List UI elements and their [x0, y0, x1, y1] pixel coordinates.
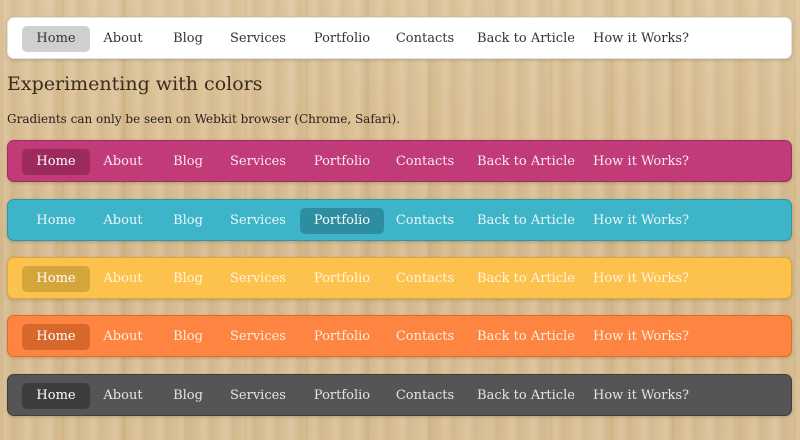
nav-item-how-it-works[interactable]: How it Works? — [590, 149, 692, 175]
nav-item-portfolio[interactable]: Portfolio — [306, 383, 378, 409]
nav-item-home[interactable]: Home — [22, 149, 90, 175]
nav-item-blog[interactable]: Blog — [168, 26, 208, 52]
nav-item-portfolio[interactable]: Portfolio — [306, 149, 378, 175]
nav-item-home[interactable]: Home — [22, 324, 90, 350]
nav-item-blog[interactable]: Blog — [168, 149, 208, 175]
nav-item-services[interactable]: Services — [223, 266, 293, 292]
nav-item-home[interactable]: Home — [22, 266, 90, 292]
navbar-cyan: Home About Blog Services Portfolio Conta… — [7, 199, 792, 241]
nav-item-contacts[interactable]: Contacts — [393, 383, 457, 409]
nav-item-contacts[interactable]: Contacts — [393, 324, 457, 350]
nav-item-contacts[interactable]: Contacts — [393, 266, 457, 292]
nav-item-about[interactable]: About — [98, 383, 148, 409]
nav-item-how-it-works[interactable]: How it Works? — [590, 26, 692, 52]
navbar-pink: Home About Blog Services Portfolio Conta… — [7, 140, 792, 182]
nav-item-home[interactable]: Home — [22, 383, 90, 409]
nav-item-about[interactable]: About — [98, 324, 148, 350]
nav-item-portfolio[interactable]: Portfolio — [306, 324, 378, 350]
nav-item-blog[interactable]: Blog — [168, 208, 208, 234]
nav-item-about[interactable]: About — [98, 26, 148, 52]
nav-item-portfolio[interactable]: Portfolio — [300, 208, 384, 234]
nav-item-how-it-works[interactable]: How it Works? — [590, 324, 692, 350]
nav-item-back-to-article[interactable]: Back to Article — [475, 383, 577, 409]
nav-item-back-to-article[interactable]: Back to Article — [475, 149, 577, 175]
nav-item-contacts[interactable]: Contacts — [393, 26, 457, 52]
nav-item-contacts[interactable]: Contacts — [393, 208, 457, 234]
nav-item-blog[interactable]: Blog — [168, 383, 208, 409]
nav-item-back-to-article[interactable]: Back to Article — [475, 324, 577, 350]
nav-item-blog[interactable]: Blog — [168, 266, 208, 292]
navbar-white: Home About Blog Services Portfolio Conta… — [7, 17, 792, 59]
nav-item-blog[interactable]: Blog — [168, 324, 208, 350]
navbar-orange: Home About Blog Services Portfolio Conta… — [7, 315, 792, 357]
nav-item-about[interactable]: About — [98, 149, 148, 175]
gradient-note: Gradients can only be seen on Webkit bro… — [7, 112, 401, 126]
nav-item-back-to-article[interactable]: Back to Article — [475, 208, 577, 234]
nav-item-home[interactable]: Home — [22, 26, 90, 52]
navbar-yellow: Home About Blog Services Portfolio Conta… — [7, 257, 792, 299]
nav-item-services[interactable]: Services — [223, 149, 293, 175]
nav-item-portfolio[interactable]: Portfolio — [306, 266, 378, 292]
nav-item-contacts[interactable]: Contacts — [393, 149, 457, 175]
navbar-grey: Home About Blog Services Portfolio Conta… — [7, 374, 792, 416]
nav-item-home[interactable]: Home — [22, 208, 90, 234]
nav-item-how-it-works[interactable]: How it Works? — [590, 266, 692, 292]
nav-item-about[interactable]: About — [98, 266, 148, 292]
nav-item-how-it-works[interactable]: How it Works? — [590, 383, 692, 409]
page-heading: Experimenting with colors — [7, 73, 263, 95]
nav-item-services[interactable]: Services — [223, 208, 293, 234]
nav-item-back-to-article[interactable]: Back to Article — [475, 266, 577, 292]
nav-item-how-it-works[interactable]: How it Works? — [590, 208, 692, 234]
nav-item-services[interactable]: Services — [223, 26, 293, 52]
nav-item-services[interactable]: Services — [223, 324, 293, 350]
nav-item-services[interactable]: Services — [223, 383, 293, 409]
nav-item-about[interactable]: About — [98, 208, 148, 234]
nav-item-portfolio[interactable]: Portfolio — [306, 26, 378, 52]
nav-item-back-to-article[interactable]: Back to Article — [475, 26, 577, 52]
